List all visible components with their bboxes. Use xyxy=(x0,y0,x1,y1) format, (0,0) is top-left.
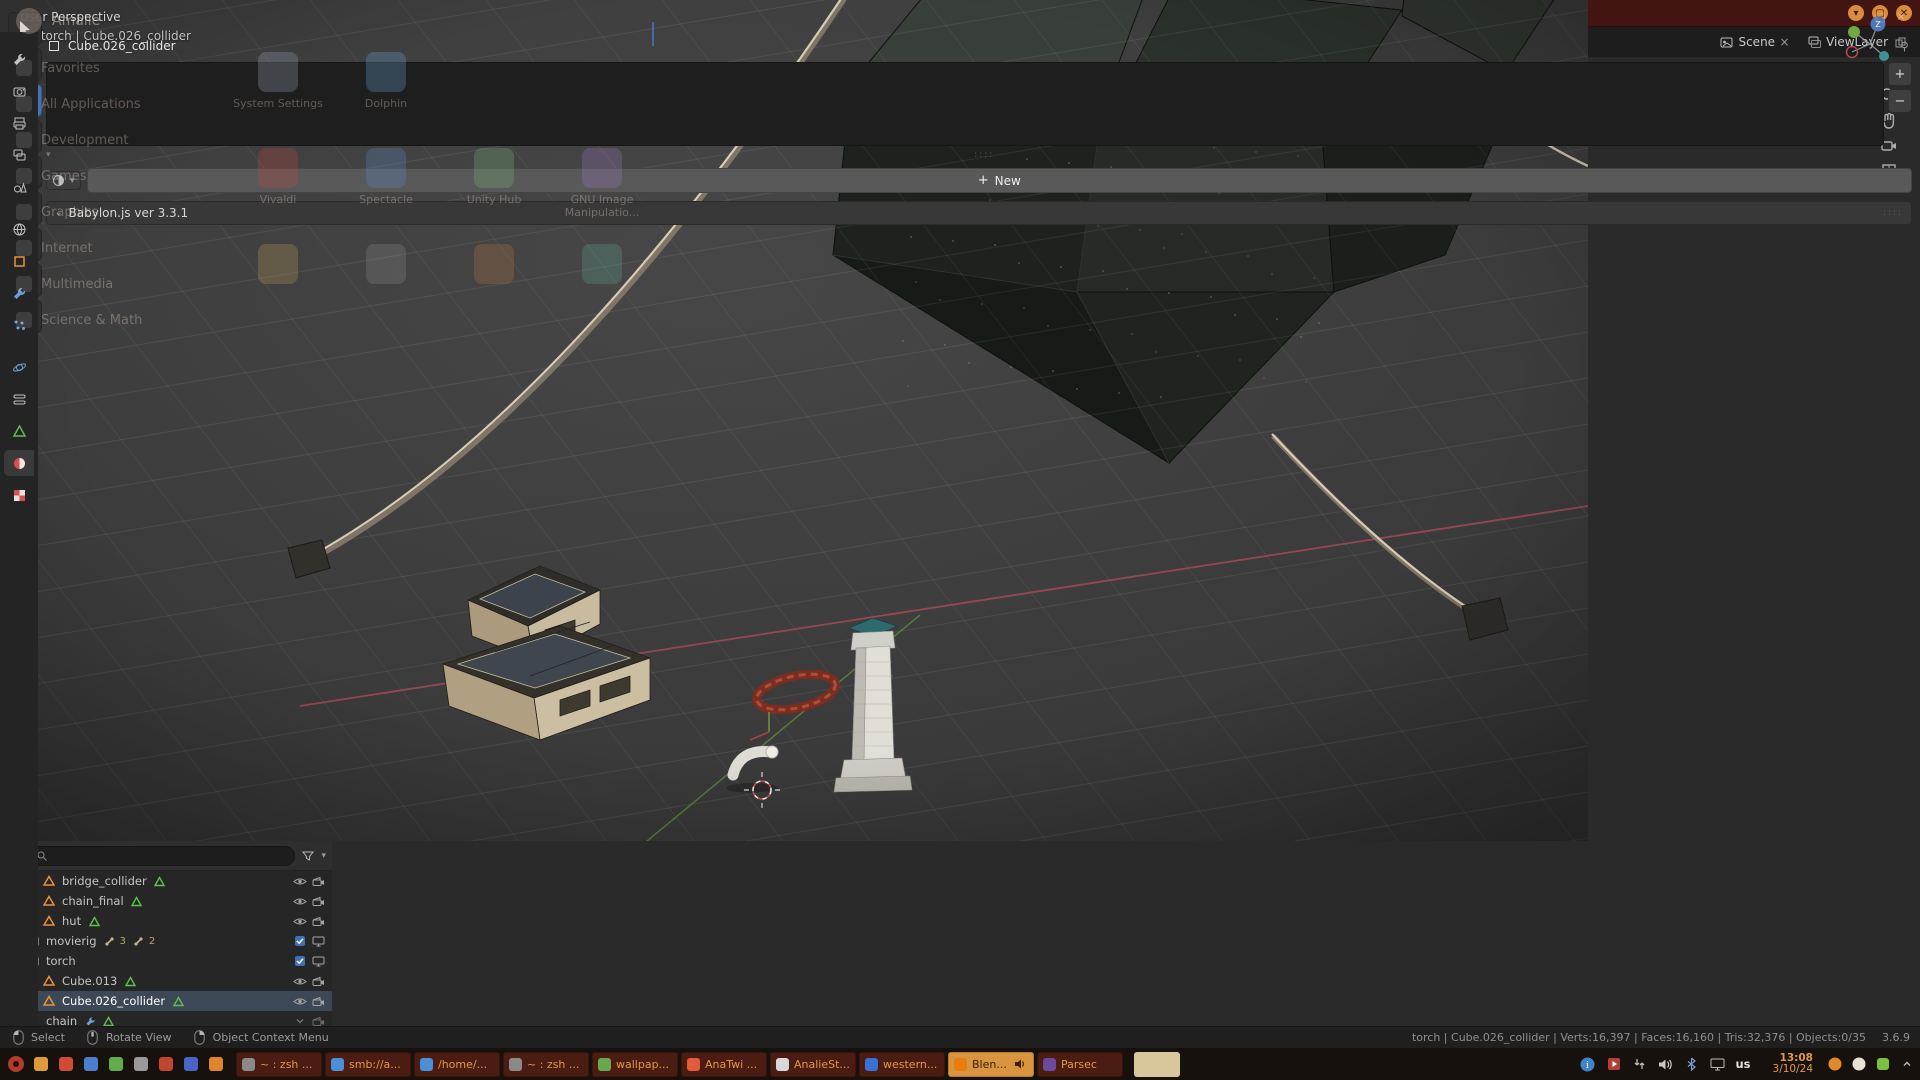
updates-icon[interactable] xyxy=(1631,1056,1648,1073)
taskbar-window-label: ~ : zsh ... xyxy=(260,1058,312,1071)
taskbar-window-label: western... xyxy=(883,1058,937,1071)
blank-window-button[interactable] xyxy=(1134,1052,1180,1077)
statusbar-hint: Object Context Menu xyxy=(192,1030,329,1046)
statusbar-hint: Select xyxy=(10,1030,65,1046)
taskbar-window-label: /home/... xyxy=(438,1058,487,1071)
middle-mouse-button-icon xyxy=(85,1030,101,1046)
slot-specials-icon[interactable]: ▾ xyxy=(46,150,51,160)
scene-stats: torch | Cube.026_collider | Verts:16,397… xyxy=(1412,1031,1866,1044)
taskbar-window-button[interactable]: AnalieSt... xyxy=(770,1052,856,1077)
statusbar-hint-label: Select xyxy=(31,1031,65,1044)
clock-date: 3/10/24 xyxy=(1773,1064,1813,1075)
taskbar-window-label: Parsec xyxy=(1061,1058,1097,1071)
taskbar-window-label: ~ : zsh ... xyxy=(527,1058,579,1071)
taskbar-window-label: wallpap... xyxy=(616,1058,669,1071)
keyboard-layout-indicator[interactable]: us xyxy=(1735,1057,1750,1071)
screen: Blender [/home/amalie/Desktop/blender/mi… xyxy=(0,0,1920,1080)
world-tab-icon xyxy=(12,222,27,237)
tray-light-icon[interactable] xyxy=(1850,1056,1867,1073)
physics-tab-icon xyxy=(12,360,27,375)
texture-tab-button[interactable] xyxy=(4,482,34,508)
taskbar-window-button[interactable]: Blen... xyxy=(948,1052,1034,1077)
object-icon xyxy=(46,38,62,54)
info-icon[interactable]: i xyxy=(1579,1056,1596,1073)
app-icon xyxy=(776,1058,789,1071)
taskbar-window-label: AnalieSt... xyxy=(794,1058,850,1071)
tray-orange-icon[interactable] xyxy=(1826,1056,1843,1073)
constraints-tab-button[interactable] xyxy=(4,386,34,412)
app-icon xyxy=(242,1058,255,1071)
taskbar-window-button[interactable]: Parsec xyxy=(1037,1052,1123,1077)
taskbar-window-label: smb://a... xyxy=(349,1058,401,1071)
data-tab-icon xyxy=(12,424,27,439)
app-icon xyxy=(954,1058,967,1071)
display-icon[interactable] xyxy=(1709,1056,1726,1073)
volume-icon xyxy=(1012,1056,1028,1072)
taskbar-window-button[interactable]: ~ : zsh ... xyxy=(236,1052,322,1077)
os-taskbar: ~ : zsh ... smb://a... /home/... ~ : zsh ..… xyxy=(0,1048,1920,1080)
taskbar-window-button[interactable]: /home/... xyxy=(414,1052,500,1077)
clock[interactable]: 13:08 3/10/24 xyxy=(1773,1053,1813,1075)
launcher-4-icon[interactable] xyxy=(80,1053,102,1075)
physics-tab-button[interactable] xyxy=(4,354,34,380)
launcher-9-icon[interactable] xyxy=(205,1053,227,1075)
breadcrumb-object-name: Cube.026_collider xyxy=(68,39,176,53)
viewlayer-tab-icon xyxy=(12,148,27,163)
material-tab-icon xyxy=(12,456,27,471)
left-mouse-button-icon xyxy=(10,1030,26,1046)
app-icon xyxy=(1043,1058,1056,1071)
tray-collapse-icon[interactable] xyxy=(1898,1056,1915,1073)
launcher-7-icon[interactable] xyxy=(155,1053,177,1075)
app-icon xyxy=(687,1058,700,1071)
taskbar-window-button[interactable]: smb://a... xyxy=(325,1052,411,1077)
tray-green-icon[interactable] xyxy=(1874,1056,1891,1073)
svg-text:i: i xyxy=(1587,1061,1590,1071)
app-icon xyxy=(509,1058,522,1071)
launcher-5-icon[interactable] xyxy=(105,1053,127,1075)
launcher-2-icon[interactable] xyxy=(30,1053,52,1075)
status-bar: Select Rotate View Object Context Menu tor… xyxy=(0,1026,1920,1048)
taskbar-window-button[interactable]: AnaTwi ... xyxy=(681,1052,767,1077)
statusbar-hint: Rotate View xyxy=(85,1030,172,1046)
app-icon xyxy=(420,1058,433,1071)
constraints-tab-icon xyxy=(12,392,27,407)
data-tab-button[interactable] xyxy=(4,418,34,444)
texture-tab-icon xyxy=(12,488,27,503)
blender-version: 3.6.9 xyxy=(1882,1031,1910,1044)
taskbar-window-button[interactable]: wallpap... xyxy=(592,1052,678,1077)
volume-icon[interactable] xyxy=(1657,1056,1674,1073)
playhead-line xyxy=(652,22,654,46)
app-icon xyxy=(331,1058,344,1071)
app-icon xyxy=(865,1058,878,1071)
app-menu-icon[interactable] xyxy=(5,1053,27,1075)
output-tab-icon xyxy=(12,116,27,131)
bluetooth-icon[interactable] xyxy=(1683,1056,1700,1073)
taskbar-window-button[interactable]: ~ : zsh ... xyxy=(503,1052,589,1077)
media-player-icon[interactable] xyxy=(1605,1056,1622,1073)
launcher-8-icon[interactable] xyxy=(180,1053,202,1075)
right-mouse-button-icon xyxy=(192,1030,208,1046)
launcher-6-icon[interactable] xyxy=(130,1053,152,1075)
app-icon xyxy=(598,1058,611,1071)
launcher-3-icon[interactable] xyxy=(55,1053,77,1075)
taskbar-window-label: AnaTwi ... xyxy=(705,1058,757,1071)
taskbar-window-label: Blen... xyxy=(972,1058,1007,1071)
statusbar-hint-label: Rotate View xyxy=(106,1031,172,1044)
properties-tab-strip xyxy=(0,32,38,1080)
material-tab-button[interactable] xyxy=(4,450,34,476)
statusbar-hint-label: Object Context Menu xyxy=(213,1031,329,1044)
taskbar-window-button[interactable]: western... xyxy=(859,1052,945,1077)
